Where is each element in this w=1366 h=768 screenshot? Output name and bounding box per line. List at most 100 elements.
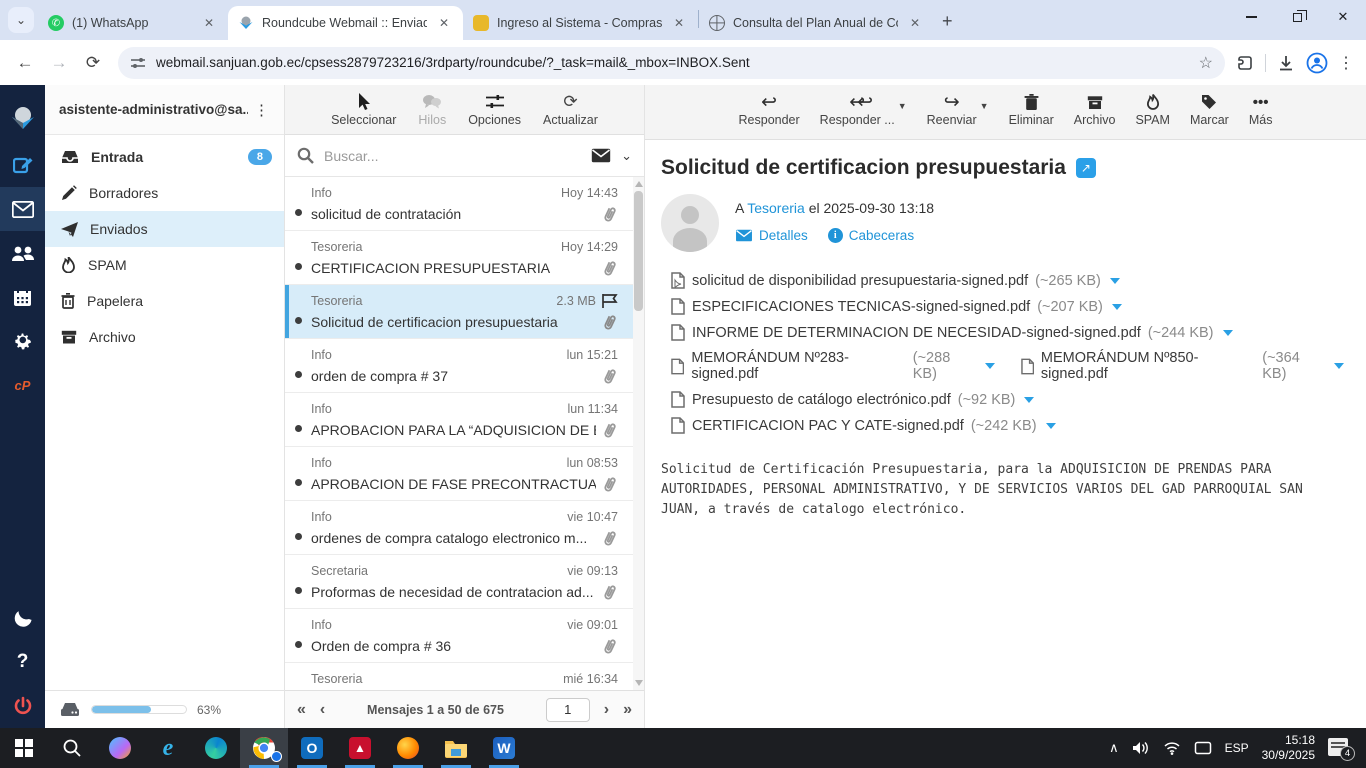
start-button[interactable] (0, 728, 48, 768)
forward-dropdown-icon[interactable]: ▼ (980, 101, 989, 127)
message-row[interactable]: Info Hoy 14:43 solicitud de contratación (285, 177, 644, 231)
folder-enviados[interactable]: Enviados (45, 211, 284, 247)
compose-button[interactable] (0, 143, 45, 187)
internet-explorer-icon[interactable]: e (144, 728, 192, 768)
copilot-icon[interactable] (96, 728, 144, 768)
attachment-item[interactable]: solicitud de disponibilidad presupuestar… (671, 272, 1120, 289)
tab-whatsapp[interactable]: ✆ (1) WhatsApp ✕ (38, 6, 228, 40)
new-tab-button[interactable]: + (942, 11, 953, 32)
tab-close-icon[interactable]: ✕ (435, 14, 453, 32)
threads-button[interactable]: Hilos (418, 90, 446, 127)
delete-button[interactable]: Eliminar (1009, 91, 1054, 127)
open-in-new-window-icon[interactable]: ↗ (1075, 158, 1096, 178)
flag-icon[interactable] (602, 294, 618, 308)
message-row[interactable]: Info vie 09:01 Orden de compra # 36 (285, 609, 644, 663)
attachment-item[interactable]: Presupuesto de catálogo electrónico.pdf … (671, 391, 1035, 408)
outlook-icon[interactable]: O (288, 728, 336, 768)
tab-search-button[interactable]: ⌄ (8, 7, 34, 33)
attachment-item[interactable]: MEMORÁNDUM Nº283-signed.pdf (~288 KB) (671, 350, 995, 382)
attachment-menu-icon[interactable] (1024, 396, 1035, 403)
attachment-menu-icon[interactable] (1111, 303, 1122, 310)
attachment-item[interactable]: ESPECIFICACIONES TECNICAS-signed-signed.… (671, 298, 1122, 315)
acrobat-icon[interactable]: ▲ (336, 728, 384, 768)
tab-close-icon[interactable]: ✕ (670, 14, 688, 32)
search-scope-envelope-icon[interactable] (591, 148, 611, 163)
tab-roundcube[interactable]: Roundcube Webmail :: Enviados ✕ (228, 6, 463, 40)
reply-all-dropdown-icon[interactable]: ▼ (898, 101, 907, 127)
message-row[interactable]: Tesoreria Hoy 14:29 CERTIFICACION PRESUPU… (285, 231, 644, 285)
tab-close-icon[interactable]: ✕ (200, 14, 218, 32)
firefox-icon[interactable] (384, 728, 432, 768)
minimize-button[interactable] (1228, 0, 1274, 34)
forward-button[interactable]: → (44, 48, 74, 78)
search-options-chevron-icon[interactable]: ⌄ (621, 148, 632, 164)
more-button[interactable]: ••• Más (1249, 91, 1273, 128)
extensions-icon[interactable] (1235, 53, 1255, 73)
site-settings-icon[interactable] (130, 56, 146, 70)
word-icon[interactable]: W (480, 728, 528, 768)
tab-close-icon[interactable]: ✕ (906, 14, 924, 32)
spam-button[interactable]: SPAM (1135, 91, 1170, 127)
select-button[interactable]: Seleccionar (331, 90, 396, 127)
page-number-input[interactable] (545, 697, 590, 722)
message-row[interactable]: Tesoreria mié 16:34 (285, 663, 644, 690)
edge-icon[interactable] (192, 728, 240, 768)
downloads-icon[interactable] (1276, 53, 1296, 73)
attachment-menu-icon[interactable] (1045, 422, 1056, 429)
profile-avatar-icon[interactable] (1306, 52, 1328, 74)
attachment-item[interactable]: MEMORÁNDUM Nº850-signed.pdf (~364 KB) (1020, 350, 1345, 382)
account-menu-icon[interactable]: ⋮ (248, 101, 276, 119)
notifications-icon[interactable]: 4 (1328, 738, 1355, 761)
attachment-menu-icon[interactable] (1109, 277, 1120, 284)
help-icon[interactable]: ? (0, 640, 45, 684)
cast-icon[interactable] (1194, 741, 1212, 755)
headers-toggle[interactable]: i Cabeceras (827, 228, 914, 243)
tray-expand-icon[interactable]: ∧ (1109, 740, 1119, 756)
scroll-thumb[interactable] (634, 191, 643, 311)
tab-compras[interactable]: Ingreso al Sistema - Compras P ✕ (463, 6, 698, 40)
folder-papelera[interactable]: Papelera (45, 283, 284, 319)
message-row[interactable]: Info lun 08:53 APROBACION DE FASE PRECONT… (285, 447, 644, 501)
message-row[interactable]: Secretaria vie 09:13 Proformas de necesid… (285, 555, 644, 609)
scroll-down-icon[interactable] (635, 680, 643, 686)
taskbar-search-icon[interactable] (48, 728, 96, 768)
folder-archivo[interactable]: Archivo (45, 319, 284, 355)
account-header[interactable]: asistente-administrativo@sa... ⋮ (45, 85, 284, 135)
attachment-item[interactable]: INFORME DE DETERMINACION DE NECESIDAD-si… (671, 324, 1233, 341)
details-toggle[interactable]: Detalles (735, 228, 808, 243)
attachment-menu-icon[interactable] (1334, 363, 1345, 369)
first-page-icon[interactable]: « (297, 701, 306, 719)
logout-icon[interactable] (0, 684, 45, 728)
prev-page-icon[interactable]: ‹ (320, 701, 325, 719)
message-row[interactable]: Info vie 10:47 ordenes de compra catalogo… (285, 501, 644, 555)
attachment-menu-icon[interactable] (984, 363, 995, 369)
list-scrollbar[interactable] (633, 177, 644, 690)
reply-all-button[interactable]: ↩↩ Responder ... (820, 91, 895, 128)
reload-button[interactable]: ⟳ (78, 48, 108, 78)
search-input[interactable] (324, 147, 582, 164)
refresh-button[interactable]: ⟳ Actualizar (543, 90, 598, 127)
message-row-selected[interactable]: Tesoreria 2.3 MB Solicitud de certificac… (285, 285, 644, 339)
browser-menu-icon[interactable]: ⋮ (1338, 53, 1354, 73)
reply-button[interactable]: ↩ Responder (739, 91, 800, 128)
dark-mode-icon[interactable] (0, 596, 45, 640)
message-row[interactable]: Info lun 15:21 orden de compra # 37 (285, 339, 644, 393)
scroll-up-icon[interactable] (635, 181, 643, 187)
language-indicator[interactable]: ESP (1225, 741, 1249, 755)
calendar-nav-button[interactable] (0, 275, 45, 319)
tray-clock[interactable]: 15:18 30/9/2025 (1262, 733, 1315, 763)
wifi-icon[interactable] (1163, 741, 1181, 755)
tab-plan-anual[interactable]: Consulta del Plan Anual de Con ✕ (699, 6, 934, 40)
volume-icon[interactable] (1132, 741, 1150, 755)
forward-button[interactable]: ↪ Reenviar (927, 91, 977, 128)
next-page-icon[interactable]: › (604, 701, 609, 719)
mark-button[interactable]: Marcar (1190, 91, 1229, 127)
mail-nav-button[interactable] (0, 187, 45, 231)
address-bar[interactable]: webmail.sanjuan.gob.ec/cpsess2879723216/… (118, 46, 1225, 79)
restore-button[interactable] (1274, 0, 1320, 34)
options-button[interactable]: Opciones (468, 90, 521, 127)
attachment-menu-icon[interactable] (1222, 329, 1233, 336)
message-row[interactable]: Info lun 11:34 APROBACION PARA LA “ADQUIS… (285, 393, 644, 447)
settings-nav-button[interactable] (0, 319, 45, 363)
cpanel-icon[interactable]: cP (0, 363, 45, 407)
